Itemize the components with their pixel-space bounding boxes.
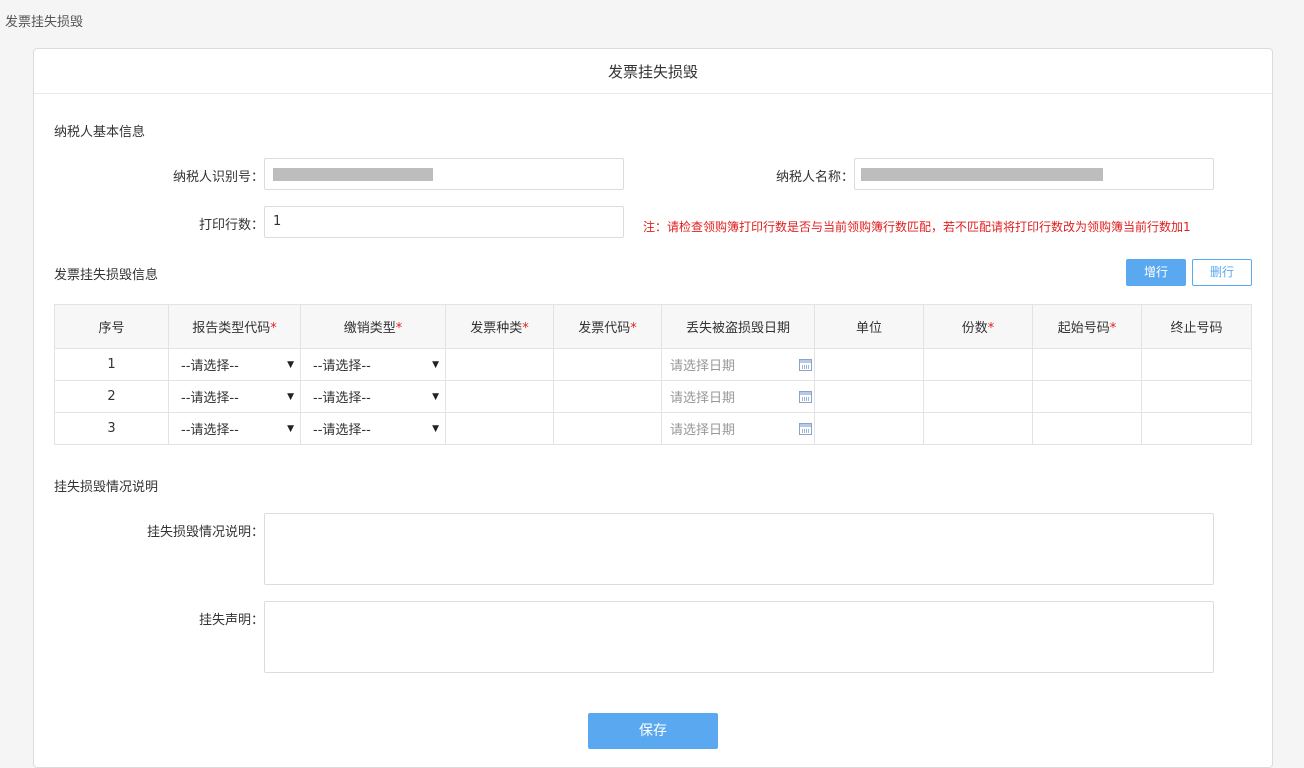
section-title-basic: 纳税人基本信息	[54, 125, 146, 140]
end-number-cell[interactable]	[1141, 380, 1252, 413]
start-number-cell[interactable]	[1032, 412, 1142, 445]
main-panel: 发票挂失损毁 纳税人基本信息 纳税人识别号： 纳税人名称： 打印行数： 1 注：…	[33, 48, 1273, 768]
print-rows-field[interactable]: 1	[264, 206, 624, 238]
cancel-type-select[interactable]: --请选择-- ▼	[300, 380, 446, 413]
column-header: 发票种类*	[445, 304, 554, 349]
column-header: 报告类型代码*	[168, 304, 301, 349]
masked-value	[273, 168, 433, 181]
calendar-icon[interactable]	[799, 390, 812, 403]
count-cell[interactable]	[923, 348, 1033, 381]
section-title-invoice: 发票挂失损毁信息	[54, 268, 159, 283]
cancel-type-select[interactable]: --请选择-- ▼	[300, 348, 446, 381]
taxpayer-name-field[interactable]	[854, 158, 1214, 190]
calendar-icon[interactable]	[799, 358, 812, 371]
invoice-code-cell[interactable]	[553, 380, 662, 413]
calendar-icon[interactable]	[799, 422, 812, 435]
column-header: 单位	[814, 304, 924, 349]
print-rows-note: 注：请检查领购簿打印行数是否与当前领购簿行数匹配，若不匹配请将打印行数改为领购簿…	[643, 220, 1191, 234]
table-row: 3 --请选择-- ▼ --请选择-- ▼ 请选择日期	[54, 412, 1252, 445]
invoice-kind-cell[interactable]	[445, 348, 554, 381]
description-label: 挂失损毁情况说明：	[146, 525, 264, 540]
caret-down-icon: ▼	[287, 423, 294, 434]
masked-value	[861, 168, 1103, 181]
column-header: 起始号码*	[1032, 304, 1142, 349]
delete-row-button[interactable]: 删行	[1192, 259, 1252, 286]
row-seq: 1	[54, 348, 169, 381]
breadcrumb: 发票挂失损毁	[5, 15, 84, 30]
row-seq: 3	[54, 412, 169, 445]
start-number-cell[interactable]	[1032, 380, 1142, 413]
invoice-kind-cell[interactable]	[445, 412, 554, 445]
table-row: 2 --请选择-- ▼ --请选择-- ▼ 请选择日期	[54, 380, 1252, 413]
add-row-button[interactable]: 增行	[1126, 259, 1186, 286]
start-number-cell[interactable]	[1032, 348, 1142, 381]
section-title-description: 挂失损毁情况说明	[54, 480, 159, 495]
end-number-cell[interactable]	[1141, 412, 1252, 445]
row-seq: 2	[54, 380, 169, 413]
caret-down-icon: ▼	[287, 359, 294, 370]
print-rows-label: 打印行数：	[198, 218, 264, 233]
taxpayer-id-label: 纳税人识别号：	[172, 170, 264, 185]
invoice-table: 序号 报告类型代码* 缴销类型* 发票种类* 发票代码* 丢失被盗损毁日期 单位…	[54, 304, 1252, 445]
column-header: 序号	[54, 304, 169, 349]
panel-title: 发票挂失损毁	[34, 49, 1272, 94]
caret-down-icon: ▼	[432, 423, 439, 434]
column-header: 发票代码*	[553, 304, 662, 349]
column-header: 终止号码	[1141, 304, 1252, 349]
description-textarea[interactable]	[264, 513, 1214, 585]
table-header-row: 序号 报告类型代码* 缴销类型* 发票种类* 发票代码* 丢失被盗损毁日期 单位…	[54, 304, 1252, 349]
table-row: 1 --请选择-- ▼ --请选择-- ▼ 请选择日期	[54, 348, 1252, 381]
unit-cell[interactable]	[814, 348, 924, 381]
report-type-select[interactable]: --请选择-- ▼	[168, 380, 301, 413]
caret-down-icon: ▼	[432, 359, 439, 370]
count-cell[interactable]	[923, 412, 1033, 445]
date-picker[interactable]: 请选择日期	[661, 348, 815, 381]
statement-textarea[interactable]	[264, 601, 1214, 673]
column-header: 份数*	[923, 304, 1033, 349]
date-picker[interactable]: 请选择日期	[661, 412, 815, 445]
statement-label: 挂失声明：	[198, 613, 264, 628]
invoice-kind-cell[interactable]	[445, 380, 554, 413]
invoice-code-cell[interactable]	[553, 412, 662, 445]
save-button[interactable]: 保存	[588, 713, 718, 749]
date-picker[interactable]: 请选择日期	[661, 380, 815, 413]
taxpayer-name-label: 纳税人名称：	[775, 170, 854, 185]
caret-down-icon: ▼	[287, 391, 294, 402]
caret-down-icon: ▼	[432, 391, 439, 402]
cancel-type-select[interactable]: --请选择-- ▼	[300, 412, 446, 445]
unit-cell[interactable]	[814, 380, 924, 413]
end-number-cell[interactable]	[1141, 348, 1252, 381]
report-type-select[interactable]: --请选择-- ▼	[168, 348, 301, 381]
count-cell[interactable]	[923, 380, 1033, 413]
unit-cell[interactable]	[814, 412, 924, 445]
column-header: 缴销类型*	[300, 304, 446, 349]
invoice-code-cell[interactable]	[553, 348, 662, 381]
column-header: 丢失被盗损毁日期	[661, 304, 815, 349]
taxpayer-id-field[interactable]	[264, 158, 624, 190]
report-type-select[interactable]: --请选择-- ▼	[168, 412, 301, 445]
